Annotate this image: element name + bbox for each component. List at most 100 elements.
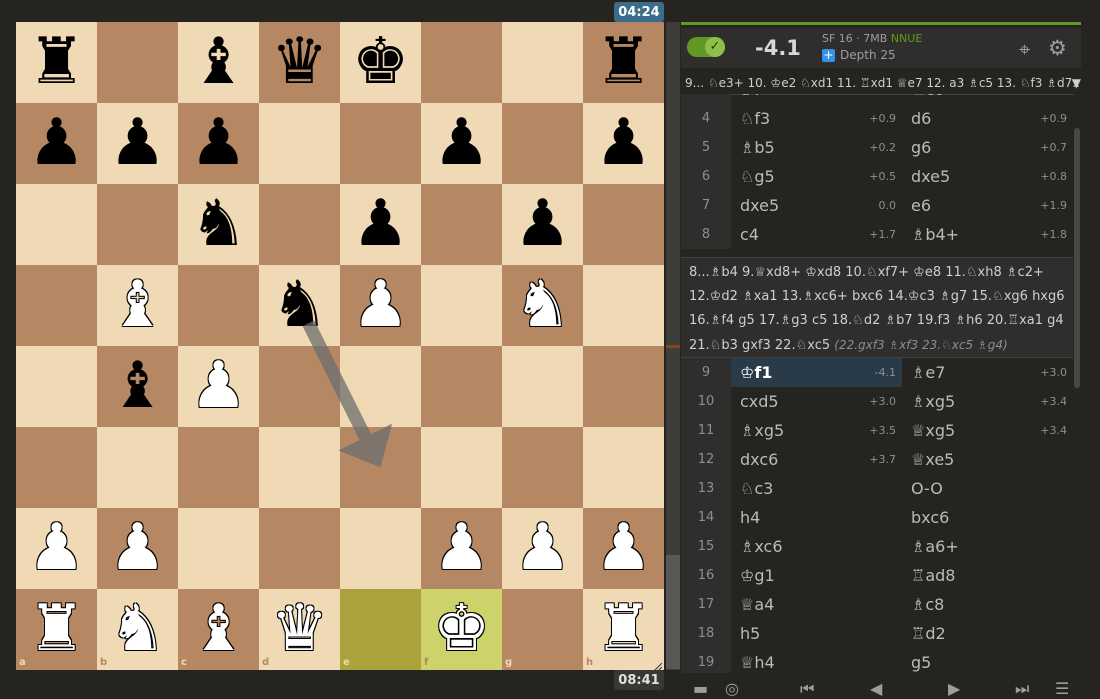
white-king-piece[interactable]: ♚ bbox=[421, 589, 502, 670]
black-move[interactable]: ♗e7 +3.0 bbox=[902, 358, 1073, 387]
white-move[interactable]: ♗xg5 +3.5 bbox=[731, 416, 902, 445]
square-g4[interactable] bbox=[502, 346, 583, 427]
square-d2[interactable] bbox=[259, 508, 340, 589]
white-move[interactable]: c4 +1.7 bbox=[731, 220, 902, 249]
target-icon[interactable]: ⌖ bbox=[1019, 37, 1030, 61]
square-c3[interactable] bbox=[178, 427, 259, 508]
square-e7[interactable] bbox=[340, 103, 421, 184]
white-pawn-piece[interactable]: ♟ bbox=[97, 508, 178, 589]
square-a5[interactable] bbox=[16, 265, 97, 346]
square-a6[interactable] bbox=[16, 184, 97, 265]
black-move[interactable]: O-O bbox=[902, 474, 1073, 503]
chess-board[interactable]: 8 7 6 5 4 3 2 1 a b c d e f g h ♜ ♝ ♛ ♚ ♜ ♟ ♟ ♟ ♟ ♟ ♞ ♟ ♟ ♝ ♞ ♟ ♞ ♝ ♟ ♟ ♟ ♟ ♟ ♟… bbox=[16, 22, 664, 674]
white-move[interactable]: dxc6 +3.7 bbox=[731, 445, 902, 474]
square-a4[interactable] bbox=[16, 346, 97, 427]
black-move[interactable]: ♕xg5 +3.4 bbox=[902, 416, 1073, 445]
square-h5[interactable] bbox=[583, 265, 664, 346]
white-move[interactable]: ♔f1 -4.1 bbox=[731, 358, 902, 387]
white-pawn-piece[interactable]: ♟ bbox=[340, 265, 421, 346]
black-move[interactable]: ♗b4+ +1.8 bbox=[902, 220, 1073, 249]
square-g3[interactable] bbox=[502, 427, 583, 508]
white-move[interactable]: ♕a4 bbox=[731, 590, 902, 619]
square-c2[interactable] bbox=[178, 508, 259, 589]
white-move[interactable]: h5 bbox=[731, 619, 902, 648]
black-knight-piece[interactable]: ♞ bbox=[259, 265, 340, 346]
white-pawn-piece[interactable]: ♟ bbox=[178, 346, 259, 427]
white-move[interactable]: h4 bbox=[731, 503, 902, 532]
square-e2[interactable] bbox=[340, 508, 421, 589]
white-knight-piece[interactable]: ♞ bbox=[97, 589, 178, 670]
square-e4[interactable] bbox=[340, 346, 421, 427]
square-e1[interactable] bbox=[340, 589, 421, 670]
white-move[interactable]: d4 +0.7 bbox=[731, 94, 902, 104]
white-move[interactable]: ♘g5 +0.5 bbox=[731, 162, 902, 191]
white-move[interactable]: ♔g1 bbox=[731, 561, 902, 590]
white-move[interactable]: ♘c3 bbox=[731, 474, 902, 503]
square-b3[interactable] bbox=[97, 427, 178, 508]
square-g7[interactable] bbox=[502, 103, 583, 184]
square-f3[interactable] bbox=[421, 427, 502, 508]
first-move-icon[interactable]: ⏮ bbox=[800, 679, 814, 699]
square-f4[interactable] bbox=[421, 346, 502, 427]
variation-line[interactable]: 16.♗f4 g5 17.♗g3 c5 18.♘d2 ♗b7 19.f3 ♗h6… bbox=[689, 309, 1065, 333]
square-d7[interactable] bbox=[259, 103, 340, 184]
black-move[interactable]: ♗a6+ bbox=[902, 532, 1073, 561]
white-pawn-piece[interactable]: ♟ bbox=[16, 508, 97, 589]
white-bishop-piece[interactable]: ♝ bbox=[178, 589, 259, 670]
move-list[interactable]: 3 d4 +0.7 ♘c6 +2.5 4 ♘f3 +0.9 d6 +0.9 5 ♗b5 +0.2 g6 +0… bbox=[681, 94, 1073, 673]
engine-toggle[interactable]: ✓ bbox=[687, 37, 725, 57]
black-rook-piece[interactable]: ♜ bbox=[16, 22, 97, 103]
square-h4[interactable] bbox=[583, 346, 664, 427]
square-a3[interactable] bbox=[16, 427, 97, 508]
black-move[interactable]: dxe5 +0.8 bbox=[902, 162, 1073, 191]
plus-icon[interactable]: + bbox=[822, 49, 835, 62]
square-d4[interactable] bbox=[259, 346, 340, 427]
black-bishop-piece[interactable]: ♝ bbox=[97, 346, 178, 427]
principal-variation[interactable]: 9... ♘e3+ 10. ♔e2 ♘xd1 11. ♖xd1 ♕e7 12. … bbox=[681, 72, 1081, 95]
black-move[interactable]: g6 +0.7 bbox=[902, 133, 1073, 162]
black-move[interactable]: ♗c8 bbox=[902, 590, 1073, 619]
square-h6[interactable] bbox=[583, 184, 664, 265]
square-f6[interactable] bbox=[421, 184, 502, 265]
white-bishop-piece[interactable]: ♝ bbox=[97, 265, 178, 346]
white-pawn-piece[interactable]: ♟ bbox=[502, 508, 583, 589]
variation-line[interactable]: 8...♗b4 9.♕xd8+ ♔xd8 10.♘xf7+ ♔e8 11.♘xh… bbox=[689, 261, 1065, 285]
variation-aside[interactable]: (22.gxf3 ♗xf3 23.♘xc5 ♗g4) bbox=[834, 338, 1007, 352]
square-b6[interactable] bbox=[97, 184, 178, 265]
white-knight-piece[interactable]: ♞ bbox=[502, 265, 583, 346]
square-d3[interactable] bbox=[259, 427, 340, 508]
white-move[interactable]: cxd5 +3.0 bbox=[731, 387, 902, 416]
menu-icon[interactable]: ☰ bbox=[1055, 679, 1069, 698]
variation-line[interactable]: 21.♘b3 gxf3 22.♘xc5 (22.gxf3 ♗xf3 23.♘xc… bbox=[689, 333, 1065, 358]
square-b8[interactable] bbox=[97, 22, 178, 103]
white-rook-piece[interactable]: ♜ bbox=[16, 589, 97, 670]
black-knight-piece[interactable]: ♞ bbox=[178, 184, 259, 265]
square-e3[interactable] bbox=[340, 427, 421, 508]
prev-move-icon[interactable]: ◀ bbox=[870, 679, 882, 698]
white-move[interactable]: ♘f3 +0.9 bbox=[731, 104, 902, 133]
black-pawn-piece[interactable]: ♟ bbox=[502, 184, 583, 265]
book-icon[interactable]: ▬ bbox=[693, 679, 708, 698]
black-move[interactable]: d6 +0.9 bbox=[902, 104, 1073, 133]
next-move-icon[interactable]: ▶ bbox=[948, 679, 960, 698]
black-pawn-piece[interactable]: ♟ bbox=[97, 103, 178, 184]
square-f5[interactable] bbox=[421, 265, 502, 346]
black-move[interactable]: bxc6 bbox=[902, 503, 1073, 532]
square-g8[interactable] bbox=[502, 22, 583, 103]
black-move[interactable]: ♘c6 +2.5 bbox=[902, 94, 1073, 104]
white-pawn-piece[interactable]: ♟ bbox=[421, 508, 502, 589]
variation-box[interactable]: 8...♗b4 9.♕xd8+ ♔xd8 10.♘xf7+ ♔e8 11.♘xh… bbox=[681, 257, 1073, 358]
black-move[interactable]: g5 bbox=[902, 648, 1073, 673]
square-h3[interactable] bbox=[583, 427, 664, 508]
practice-icon[interactable]: ◎ bbox=[725, 679, 739, 698]
black-pawn-piece[interactable]: ♟ bbox=[583, 103, 664, 184]
black-pawn-piece[interactable]: ♟ bbox=[421, 103, 502, 184]
last-move-icon[interactable]: ⏭ bbox=[1015, 679, 1029, 699]
square-f8[interactable] bbox=[421, 22, 502, 103]
black-queen-piece[interactable]: ♛ bbox=[259, 22, 340, 103]
white-move[interactable]: ♕h4 bbox=[731, 648, 902, 673]
square-g1[interactable] bbox=[502, 589, 583, 670]
triangle-down-icon[interactable]: ▼ bbox=[1072, 72, 1081, 94]
square-c5[interactable] bbox=[178, 265, 259, 346]
white-move[interactable]: ♗b5 +0.2 bbox=[731, 133, 902, 162]
